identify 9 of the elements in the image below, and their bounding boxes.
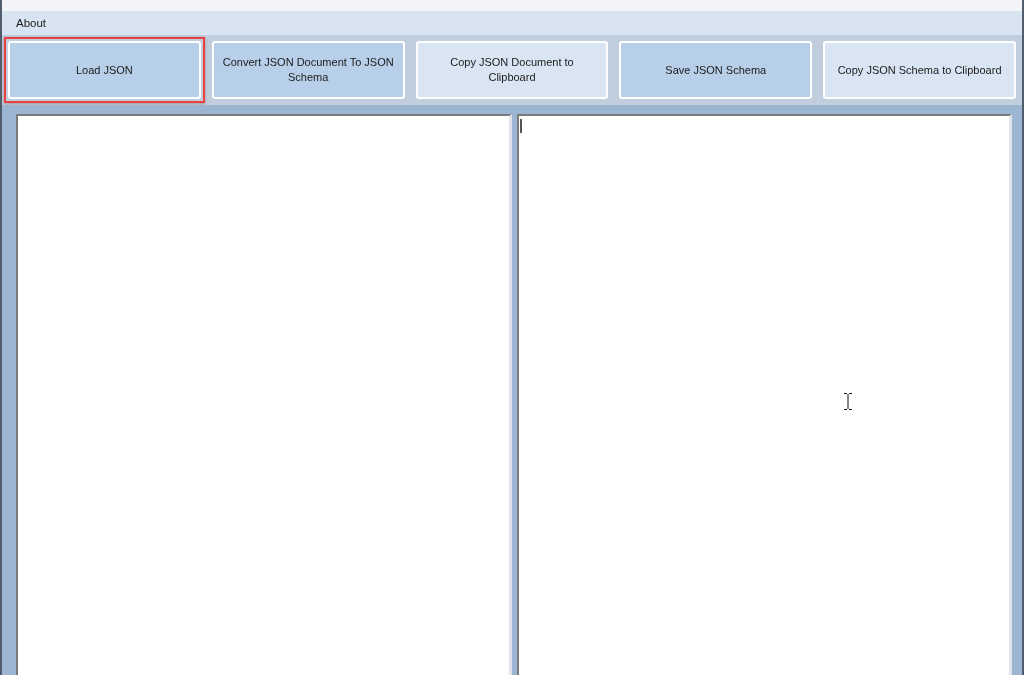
text-editor-field[interactable] [516,114,1012,675]
toolbar-button[interactable]: Load JSON [8,41,201,99]
text-editor-field[interactable] [16,114,512,675]
ibeam-cursor-icon [843,393,852,410]
toolbar-button[interactable]: Save JSON Schema [619,41,813,99]
toolbar-button[interactable]: Copy JSON Schema to Clipboard [823,41,1016,99]
menu-item[interactable]: About [10,15,53,31]
toolbar-button[interactable]: Copy JSON Document to Clipboard [415,41,609,99]
toolbar-button[interactable]: Convert JSON Document To JSON Schema [211,41,405,99]
